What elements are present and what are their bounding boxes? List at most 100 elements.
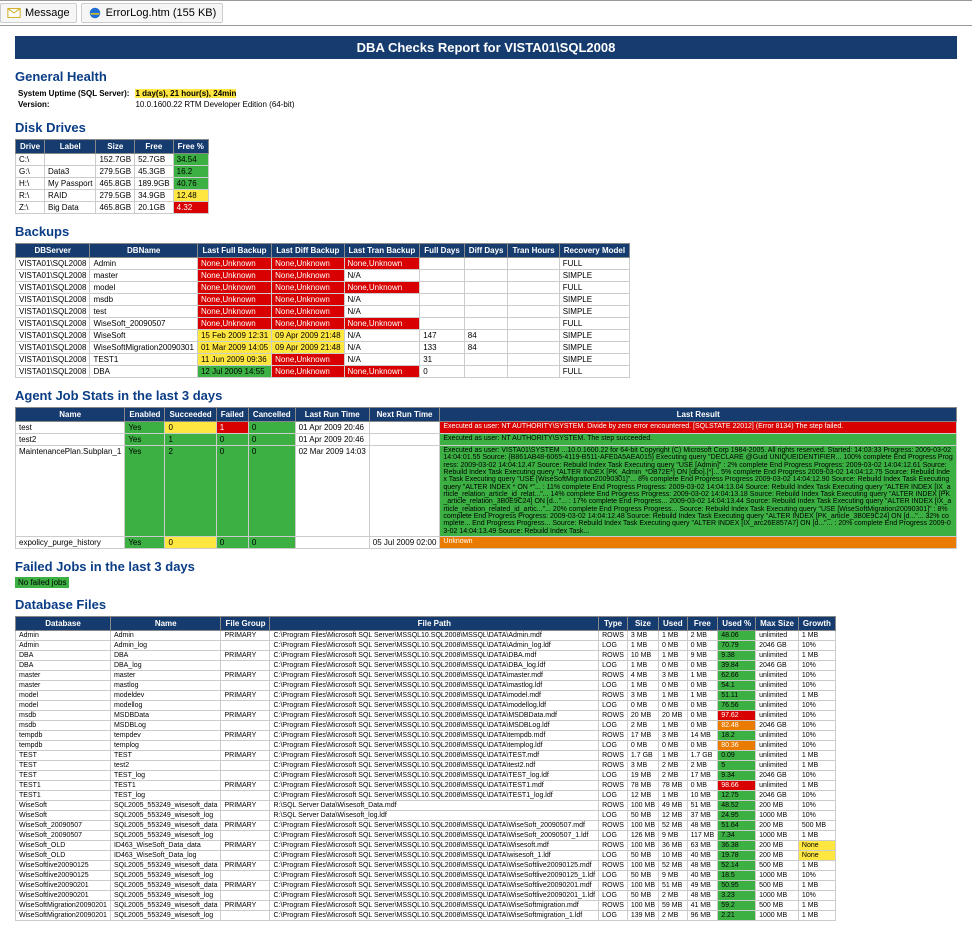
col-header: Diff Days xyxy=(464,244,508,258)
col-header: Max Size xyxy=(756,617,799,631)
col-header: DBServer xyxy=(16,244,90,258)
col-header: Last Diff Backup xyxy=(272,244,344,258)
uptime-value: 1 day(s), 21 hour(s), 24min xyxy=(135,89,236,98)
table-row: WiseSoft_OLDID463_WiseSoft_Data_logC:\Pr… xyxy=(16,851,836,861)
col-header: Last Result xyxy=(440,408,957,422)
table-row: VISTA01\SQL2008WiseSoft_20090507None,Unk… xyxy=(16,318,630,330)
table-row: WiseSoft_OLDID463_WiseSoft_Data_dataPRIM… xyxy=(16,841,836,851)
col-header: Name xyxy=(16,408,125,422)
col-header: Size xyxy=(627,617,658,631)
table-row: tempdbtempdevPRIMARYC:\Program Files\Mic… xyxy=(16,731,836,741)
table-row: C:\152.7GB52.7GB34.54 xyxy=(16,154,209,166)
table-row: mastermastlogC:\Program Files\Microsoft … xyxy=(16,681,836,691)
version-label: Version: xyxy=(18,100,50,109)
col-header: Used xyxy=(659,617,688,631)
tab-label: ErrorLog.htm (155 KB) xyxy=(106,7,217,19)
table-row: AdminAdmin_logC:\Program Files\Microsoft… xyxy=(16,641,836,651)
tab-errorlog[interactable]: ErrorLog.htm (155 KB) xyxy=(81,3,224,23)
section-dbfiles: Database Files xyxy=(15,597,957,612)
table-row: TESTTESTPRIMARYC:\Program Files\Microsof… xyxy=(16,751,836,761)
ie-icon xyxy=(88,6,102,20)
col-header: Free xyxy=(687,617,718,631)
dbfiles-table: DatabaseNameFile GroupFile PathTypeSizeU… xyxy=(15,616,836,921)
col-header: Succeeded xyxy=(165,408,216,422)
col-header: Last Full Backup xyxy=(197,244,271,258)
col-header: Free xyxy=(135,140,174,154)
col-header: Growth xyxy=(798,617,835,631)
tab-message[interactable]: Message xyxy=(0,3,77,23)
col-header: Database xyxy=(16,617,111,631)
table-row: Z:\Big Data465.8GB20.1GB4.32 xyxy=(16,202,209,214)
table-row: VISTA01\SQL2008modelNone,UnknownNone,Unk… xyxy=(16,282,630,294)
table-row: TEST1TEST_logC:\Program Files\Microsoft … xyxy=(16,791,836,801)
table-row: G:\Data3279.5GB45.3GB16.2 xyxy=(16,166,209,178)
section-agent: Agent Job Stats in the last 3 days xyxy=(15,388,957,403)
table-row: mastermasterPRIMARYC:\Program Files\Micr… xyxy=(16,671,836,681)
tab-label: Message xyxy=(25,7,70,19)
uptime-label: System Uptime (SQL Server): xyxy=(18,89,129,98)
table-row: DBADBA_logC:\Program Files\Microsoft SQL… xyxy=(16,661,836,671)
drives-table: DriveLabelSizeFreeFree %C:\152.7GB52.7GB… xyxy=(15,139,209,214)
table-row: WiseSoftMigration20090201SQL2005_553249_… xyxy=(16,901,836,911)
table-row: testYes01001 Apr 2009 20:46Executed as u… xyxy=(16,422,957,434)
table-row: VISTA01\SQL2008TEST111 Jun 2009 09:36Non… xyxy=(16,354,630,366)
col-header: Type xyxy=(599,617,628,631)
col-header: Next Run Time xyxy=(369,408,440,422)
mail-icon xyxy=(7,6,21,20)
table-row: WiseSoftlive20090125SQL2005_553249_wises… xyxy=(16,871,836,881)
table-row: MaintenancePlan.Subplan_1Yes20002 Mar 20… xyxy=(16,446,957,537)
section-drives: Disk Drives xyxy=(15,120,957,135)
col-header: Full Days xyxy=(420,244,465,258)
report-title: DBA Checks Report for VISTA01\SQL2008 xyxy=(15,36,957,59)
table-row: VISTA01\SQL2008WiseSoftMigration20090301… xyxy=(16,342,630,354)
col-header: Free % xyxy=(173,140,208,154)
table-row: H:\My Passport465.8GB189.9GB40.76 xyxy=(16,178,209,190)
table-row: modelmodellogC:\Program Files\Microsoft … xyxy=(16,701,836,711)
col-header: Drive xyxy=(16,140,45,154)
table-row: WiseSoftSQL2005_553249_wisesoft_logR:\SQ… xyxy=(16,811,836,821)
table-row: R:\RAID279.5GB34.9GB12.48 xyxy=(16,190,209,202)
table-row: TESTtest2C:\Program Files\Microsoft SQL … xyxy=(16,761,836,771)
table-row: modelmodeldevPRIMARYC:\Program Files\Mic… xyxy=(16,691,836,701)
table-row: test2Yes10001 Apr 2009 20:46Executed as … xyxy=(16,434,957,446)
agent-table: NameEnabledSucceededFailedCancelledLast … xyxy=(15,407,957,549)
col-header: Cancelled xyxy=(248,408,295,422)
table-row: VISTA01\SQL2008AdminNone,UnknownNone,Unk… xyxy=(16,258,630,270)
col-header: Failed xyxy=(216,408,248,422)
backups-table: DBServerDBNameLast Full BackupLast Diff … xyxy=(15,243,630,378)
table-row: DBADBAPRIMARYC:\Program Files\Microsoft … xyxy=(16,651,836,661)
table-row: TEST1TEST1PRIMARYC:\Program Files\Micros… xyxy=(16,781,836,791)
col-header: Label xyxy=(45,140,96,154)
table-row: WiseSoftlive20090125SQL2005_553249_wises… xyxy=(16,861,836,871)
table-row: VISTA01\SQL2008msdbNone,UnknownNone,Unkn… xyxy=(16,294,630,306)
table-row: VISTA01\SQL2008WiseSoft15 Feb 2009 12:31… xyxy=(16,330,630,342)
table-row: WiseSoftlive20090201SQL2005_553249_wises… xyxy=(16,891,836,901)
table-row: WiseSoft_20090507SQL2005_553249_wisesoft… xyxy=(16,821,836,831)
section-general: General Health xyxy=(15,69,957,84)
table-row: VISTA01\SQL2008testNone,UnknownNone,Unkn… xyxy=(16,306,630,318)
col-header: Recovery Model xyxy=(559,244,629,258)
tab-bar: Message ErrorLog.htm (155 KB) xyxy=(0,0,972,26)
col-header: Enabled xyxy=(125,408,165,422)
table-row: WiseSoftMigration20090201SQL2005_553249_… xyxy=(16,911,836,921)
table-row: WiseSoftSQL2005_553249_wisesoft_dataPRIM… xyxy=(16,801,836,811)
col-header: File Group xyxy=(221,617,270,631)
table-row: VISTA01\SQL2008DBA12 Jul 2009 14:55None,… xyxy=(16,366,630,378)
section-failed: Failed Jobs in the last 3 days xyxy=(15,559,957,574)
col-header: Last Tran Backup xyxy=(344,244,420,258)
table-row: TESTTEST_logC:\Program Files\Microsoft S… xyxy=(16,771,836,781)
table-row: AdminAdminPRIMARYC:\Program Files\Micros… xyxy=(16,631,836,641)
col-header: Size xyxy=(96,140,135,154)
col-header: Name xyxy=(110,617,221,631)
section-backups: Backups xyxy=(15,224,957,239)
col-header: File Path xyxy=(270,617,599,631)
table-row: VISTA01\SQL2008masterNone,UnknownNone,Un… xyxy=(16,270,630,282)
table-row: WiseSoftlive20090201SQL2005_553249_wises… xyxy=(16,881,836,891)
col-header: Last Run Time xyxy=(295,408,369,422)
no-failed-jobs: No failed jobs xyxy=(15,577,69,588)
table-row: tempdbtemplogC:\Program Files\Microsoft … xyxy=(16,741,836,751)
col-header: DBName xyxy=(90,244,198,258)
col-header: Tran Hours xyxy=(508,244,559,258)
table-row: msdbMSDBLogC:\Program Files\Microsoft SQ… xyxy=(16,721,836,731)
col-header: Used % xyxy=(718,617,756,631)
